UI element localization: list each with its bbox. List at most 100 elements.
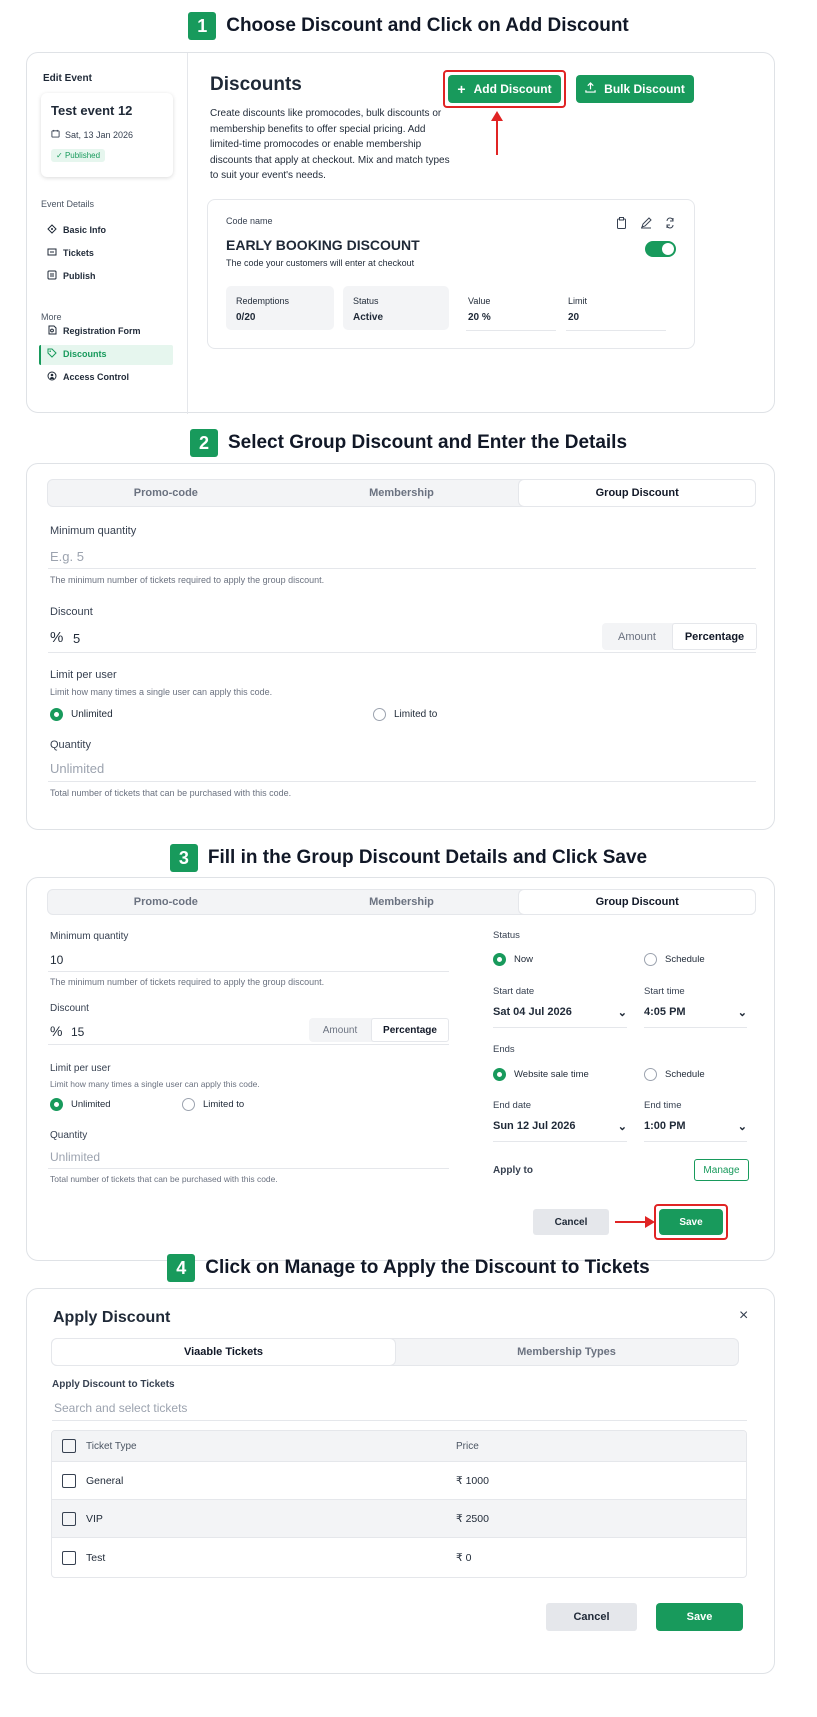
tab-membership[interactable]: Membership — [284, 480, 520, 506]
limit-hint: Limit how many times a single user can a… — [50, 1079, 260, 1089]
ticket-search-input[interactable]: Search and select tickets — [54, 1401, 187, 1415]
status-label: Status — [493, 930, 520, 941]
edit-icon[interactable] — [640, 216, 652, 234]
min-qty-input[interactable]: 10 — [50, 953, 63, 967]
min-qty-label: Minimum quantity — [50, 931, 129, 942]
end-date-select[interactable]: Sun 12 Jul 2026 ⌄ — [493, 1120, 627, 1142]
quantity-input[interactable]: Unlimited — [50, 761, 104, 776]
code-name-label: Code name — [226, 216, 273, 226]
sidebar-item-access-control[interactable]: Access Control — [47, 371, 129, 383]
quantity-input[interactable]: Unlimited — [50, 1150, 100, 1164]
tab-group-discount[interactable]: Group Discount — [519, 890, 756, 914]
step-number: 4 — [167, 1254, 196, 1282]
radio-ends-website[interactable]: Website sale time — [493, 1068, 589, 1081]
stat-redemptions: Redemptions 0/20 — [226, 286, 334, 330]
sidebar-item-discounts[interactable]: Discounts — [47, 348, 107, 360]
discount-tag-icon — [47, 348, 57, 360]
tab-membership[interactable]: Membership — [284, 890, 520, 914]
ticket-type: VIP — [86, 1513, 103, 1525]
refresh-icon[interactable] — [665, 216, 675, 234]
row-checkbox[interactable] — [62, 1474, 76, 1488]
cancel-button[interactable]: Cancel — [546, 1603, 637, 1631]
calendar-icon — [51, 129, 60, 140]
start-date-select[interactable]: Sat 04 Jul 2026 ⌄ — [493, 1006, 627, 1028]
discount-type-tabs: Promo-code Membership Group Discount — [47, 479, 756, 507]
sidebar-item-basic-info[interactable]: Basic Info — [47, 224, 106, 236]
start-time-select[interactable]: 4:05 PM ⌄ — [644, 1006, 747, 1028]
radio-limited[interactable]: Limited to — [182, 1098, 244, 1111]
access-icon — [47, 371, 57, 383]
min-qty-hint: The minimum number of tickets required t… — [50, 575, 325, 585]
sidebar-item-registration-form[interactable]: Registration Form — [47, 325, 141, 337]
step-title: Choose Discount and Click on Add Discoun… — [226, 15, 629, 36]
chevron-down-icon: ⌄ — [617, 1121, 627, 1133]
radio-limited[interactable]: Limited to — [373, 708, 437, 721]
table-row[interactable]: Test ₹ 0 — [52, 1538, 746, 1577]
bulk-discount-button[interactable]: Bulk Discount — [576, 75, 694, 103]
tab-membership-types[interactable]: Membership Types — [395, 1339, 738, 1365]
chevron-down-icon: ⌄ — [617, 1007, 627, 1019]
stat-limit-label: Limit — [568, 296, 588, 306]
amount-option[interactable]: Amount — [309, 1018, 371, 1042]
save-button[interactable]: Save — [656, 1603, 743, 1631]
event-card[interactable]: Test event 12 Sat, 13 Jan 2026 ✓ Publish… — [41, 93, 173, 177]
tab-group-discount[interactable]: Group Discount — [519, 480, 756, 506]
tab-promo-code[interactable]: Promo-code — [48, 480, 284, 506]
tab-viaable-tickets[interactable]: Viaable Tickets — [52, 1339, 395, 1365]
radio-icon — [50, 708, 63, 721]
event-name: Test event 12 — [51, 103, 133, 118]
table-row[interactable]: VIP ₹ 2500 — [52, 1500, 746, 1538]
ticket-icon — [47, 247, 57, 259]
radio-icon — [644, 1068, 657, 1081]
highlight-box — [654, 1204, 728, 1240]
radio-status-now[interactable]: Now — [493, 953, 533, 966]
percentage-option[interactable]: Percentage — [672, 623, 757, 650]
edit-event-label: Edit Event — [43, 73, 92, 84]
step-number: 2 — [189, 429, 218, 457]
row-checkbox[interactable] — [62, 1551, 76, 1565]
quantity-hint: Total number of tickets that can be purc… — [50, 788, 292, 798]
radio-icon — [493, 1068, 506, 1081]
highlight-box — [443, 70, 566, 108]
form-icon — [47, 325, 57, 337]
code-name: EARLY BOOKING DISCOUNT — [226, 237, 420, 253]
manage-button[interactable]: Manage — [694, 1159, 749, 1181]
tab-promo-code[interactable]: Promo-code — [48, 890, 284, 914]
min-qty-input[interactable]: E.g. 5 — [50, 549, 84, 564]
page-description: Create discounts like promocodes, bulk d… — [210, 108, 450, 181]
discount-input[interactable]: 5 — [73, 631, 80, 646]
radio-ends-schedule[interactable]: Schedule — [644, 1068, 705, 1081]
active-toggle[interactable] — [645, 241, 676, 257]
row-checkbox[interactable] — [62, 1512, 76, 1526]
step-1-header: 1 Choose Discount and Click on Add Disco… — [0, 12, 817, 40]
min-qty-label: Minimum quantity — [50, 525, 137, 537]
radio-status-schedule[interactable]: Schedule — [644, 953, 705, 966]
info-icon — [47, 224, 57, 236]
code-hint: The code your customers will enter at ch… — [226, 258, 415, 268]
ticket-price: ₹ 1000 — [456, 1475, 489, 1487]
close-icon[interactable]: × — [739, 1307, 748, 1325]
amount-option[interactable]: Amount — [602, 623, 672, 650]
percent-symbol: % — [50, 1023, 63, 1039]
more-section: More — [41, 312, 62, 322]
select-all-checkbox[interactable] — [62, 1439, 76, 1453]
cancel-button[interactable]: Cancel — [533, 1209, 609, 1235]
percentage-option[interactable]: Percentage — [371, 1018, 449, 1042]
discount-input[interactable]: 15 — [71, 1025, 84, 1039]
chevron-down-icon: ⌄ — [737, 1007, 747, 1019]
step-title: Click on Manage to Apply the Discount to… — [205, 1257, 650, 1278]
sidebar-divider — [187, 53, 188, 414]
radio-unlimited[interactable]: Unlimited — [50, 1098, 111, 1111]
limit-label: Limit per user — [50, 1063, 111, 1074]
table-row[interactable]: General ₹ 1000 — [52, 1462, 746, 1500]
stat-value: 20 % — [468, 312, 491, 323]
apply-section-label: Apply Discount to Tickets — [52, 1379, 175, 1390]
col-price: Price — [456, 1441, 479, 1452]
copy-icon[interactable] — [616, 216, 627, 234]
sidebar-item-tickets[interactable]: Tickets — [47, 247, 94, 259]
radio-unlimited[interactable]: Unlimited — [50, 708, 113, 721]
sidebar-item-publish[interactable]: Publish — [47, 270, 96, 282]
end-time-select[interactable]: 1:00 PM ⌄ — [644, 1120, 747, 1142]
discount-mode-toggle: Amount Percentage — [309, 1018, 449, 1042]
radio-icon — [644, 953, 657, 966]
